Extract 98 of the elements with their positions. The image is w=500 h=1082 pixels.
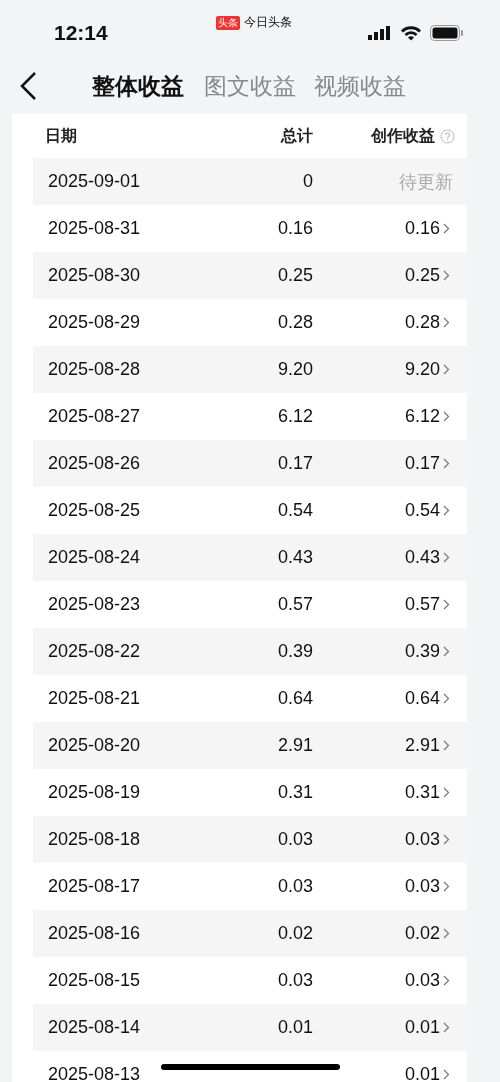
chevron-icon[interactable] xyxy=(443,787,450,798)
table-row[interactable]: 2025-08-24 0.43 0.43 xyxy=(33,534,467,581)
app-badge: 头条 xyxy=(216,15,240,30)
column-header: 日期 xyxy=(45,125,78,146)
chevron-icon[interactable] xyxy=(443,599,450,610)
total-cell-text: 0.03 xyxy=(276,876,313,897)
date-cell-text: 2025-08-16 xyxy=(48,923,142,944)
date-cell-text: 2025-08-31 xyxy=(48,218,142,239)
date-cell-text: 2025-08-15 xyxy=(48,970,142,991)
chevron-icon[interactable] xyxy=(443,458,450,469)
total-cell-text: 0.28 xyxy=(276,312,313,333)
chevron-icon[interactable] xyxy=(443,505,450,516)
earning-cell: 0.25 xyxy=(404,265,440,286)
earning-cell: 0.57 xyxy=(404,594,440,615)
total-cell-text: 6.12 xyxy=(276,406,313,427)
earning-cell: 0.31 xyxy=(404,782,440,803)
wifi-icon xyxy=(400,25,422,41)
table-row[interactable]: 2025-08-28 9.20 9.20 xyxy=(33,346,467,393)
column-header: 创作收益 xyxy=(371,125,435,146)
date-cell-text: 2025-08-22 xyxy=(48,641,142,662)
earning-cell: 0.28 xyxy=(404,312,440,333)
table-row[interactable]: 2025-08-26 0.17 0.17 xyxy=(33,440,467,487)
table-row[interactable]: 2025-08-14 0.01 0.01 xyxy=(33,1004,467,1051)
total-cell-text: 0.01 xyxy=(276,1017,313,1038)
chevron-icon[interactable] xyxy=(443,552,450,563)
total-cell-text: 0 xyxy=(302,171,313,192)
earning-cell: 0.17 xyxy=(404,453,440,474)
chevron-icon[interactable] xyxy=(443,881,450,892)
earning-cell: 0.16 xyxy=(404,218,440,239)
earning-cell: 9.20 xyxy=(404,359,440,380)
total-cell-text: 0.39 xyxy=(276,641,313,662)
table-row[interactable]: 2025-08-22 0.39 0.39 xyxy=(33,628,467,675)
battery-icon xyxy=(430,25,464,41)
table-row[interactable]: 2025-08-20 2.91 2.91 xyxy=(33,722,467,769)
total-cell-text: 0.16 xyxy=(276,218,313,239)
app-name: 今日头条 xyxy=(244,14,292,31)
status-time: 12:14 xyxy=(54,20,109,45)
chevron-icon[interactable] xyxy=(443,834,450,845)
total-cell-text: 0.17 xyxy=(276,453,313,474)
date-cell-text: 2025-08-28 xyxy=(48,359,142,380)
date-cell-text: 2025-08-29 xyxy=(48,312,142,333)
date-cell-text: 2025-08-19 xyxy=(48,782,142,803)
table-row[interactable]: 2025-08-16 0.02 0.02 xyxy=(33,910,467,957)
signal-icon xyxy=(368,26,392,40)
tab[interactable]: 整体收益 xyxy=(92,70,184,102)
chevron-icon[interactable] xyxy=(443,1022,450,1033)
table-row[interactable]: 2025-08-18 0.03 0.03 xyxy=(33,816,467,863)
earning-cell: 0.01 xyxy=(404,1017,440,1038)
total-cell-text: 0.03 xyxy=(276,829,313,850)
date-cell-text: 2025-08-17 xyxy=(48,876,142,897)
earning-cell: 0.64 xyxy=(404,688,440,709)
column-header: 总计 xyxy=(279,125,313,146)
chevron-icon[interactable] xyxy=(443,364,450,375)
date-cell-text: 2025-08-21 xyxy=(48,688,142,709)
total-cell-text: 0.31 xyxy=(276,782,313,803)
chevron-icon[interactable] xyxy=(443,411,450,422)
date-cell-text: 2025-08-26 xyxy=(48,453,142,474)
total-cell-text: 2.91 xyxy=(276,735,313,756)
total-cell-text: 0.64 xyxy=(276,688,313,709)
earning-cell: 0.54 xyxy=(404,500,440,521)
total-cell-text: 0.02 xyxy=(276,923,313,944)
chevron-icon[interactable] xyxy=(443,740,450,751)
earning-cell: 6.12 xyxy=(404,406,440,427)
chevron-icon[interactable] xyxy=(443,975,450,986)
date-cell-text: 2025-08-23 xyxy=(48,594,142,615)
earning-cell: 0.39 xyxy=(404,641,440,662)
chevron-icon[interactable] xyxy=(443,317,450,328)
total-cell-text: 9.20 xyxy=(276,359,313,380)
total-cell-text: 0.43 xyxy=(276,547,313,568)
date-cell-text: 2025-08-18 xyxy=(48,829,142,850)
earning-cell: 0.01 xyxy=(404,1064,440,1082)
date-cell-text: 2025-08-20 xyxy=(48,735,142,756)
date-cell-text: 2025-08-14 xyxy=(48,1017,142,1038)
earning-cell: 2.91 xyxy=(404,735,440,756)
date-cell-text: 2025-08-13 xyxy=(48,1064,142,1082)
total-cell-text: 0.03 xyxy=(276,970,313,991)
date-cell-text: 2025-09-01 xyxy=(48,171,142,192)
earning-cell: 0.43 xyxy=(404,547,440,568)
date-cell-text: 2025-08-24 xyxy=(48,547,142,568)
status-text: 待更新 xyxy=(399,170,453,194)
chevron-icon[interactable] xyxy=(443,928,450,939)
chevron-icon[interactable] xyxy=(443,270,450,281)
chevron-icon[interactable] xyxy=(443,693,450,704)
earning-cell: 0.03 xyxy=(404,876,440,897)
earning-cell: 0.03 xyxy=(404,970,440,991)
table-row[interactable]: 2025-09-01 0 待更新 xyxy=(33,158,467,205)
earning-cell: 0.03 xyxy=(404,829,440,850)
total-cell-text: 0.25 xyxy=(276,265,313,286)
chevron-icon[interactable] xyxy=(443,223,450,234)
date-cell-text: 2025-08-27 xyxy=(48,406,142,427)
chevron-icon[interactable] xyxy=(443,1069,450,1080)
date-cell-text: 2025-08-25 xyxy=(48,500,142,521)
total-cell-text: 0.57 xyxy=(276,594,313,615)
earning-cell: 0.02 xyxy=(404,923,440,944)
chevron-icon[interactable] xyxy=(443,646,450,657)
table-row[interactable]: 2025-08-30 0.25 0.25 xyxy=(33,252,467,299)
total-cell-text: 0.54 xyxy=(276,500,313,521)
date-cell-text: 2025-08-30 xyxy=(48,265,142,286)
